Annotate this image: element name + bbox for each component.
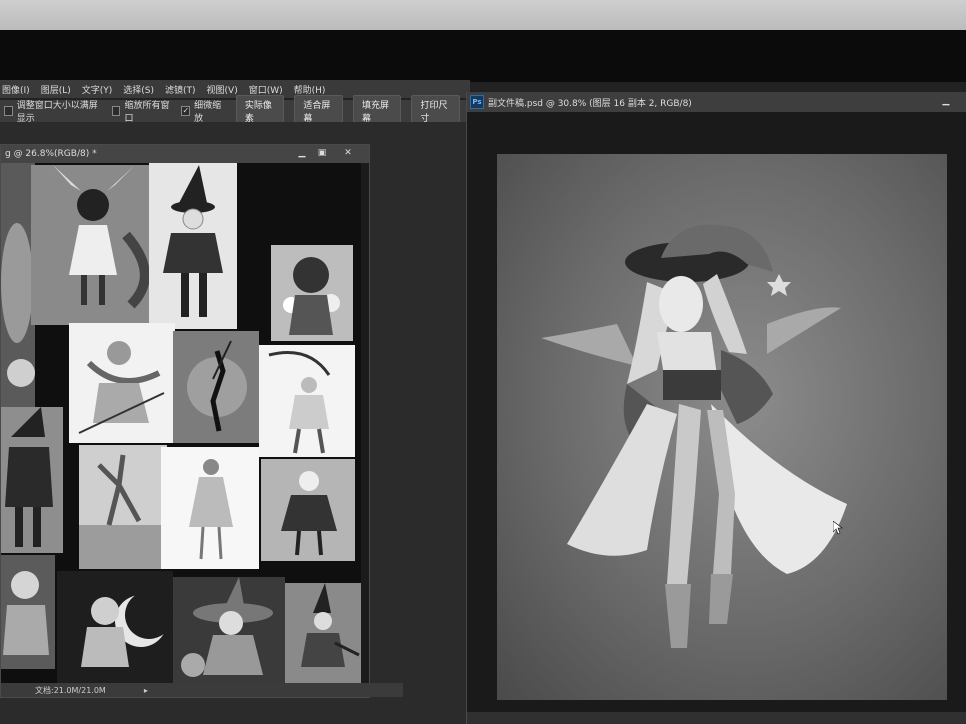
checkbox-checked[interactable]: ✓ [181, 106, 191, 116]
document-size-readout: 文档:21.0M/21.0M [35, 685, 106, 695]
witch-illustration [541, 224, 847, 648]
menu-view[interactable]: 视图(V) [207, 83, 238, 96]
resize-windows-label: 调整窗口大小以满屏显示 [16, 101, 98, 124]
reference-image [31, 165, 157, 325]
checkbox-box[interactable] [111, 106, 121, 116]
checkbox-box[interactable] [4, 106, 13, 116]
menu-select[interactable]: 选择(S) [123, 83, 154, 96]
reference-image [149, 163, 237, 329]
reference-canvas[interactable] [1, 163, 361, 683]
reference-window-titlebar[interactable]: g @ 26.8%(RGB/8) * ▁ ▣ ✕ [1, 145, 369, 163]
reference-image [259, 345, 355, 457]
reference-status-bar: 文档:21.0M/21.0M ▸ [1, 683, 403, 697]
menu-filter[interactable]: 滤镜(T) [165, 83, 196, 96]
monitor-bezel [0, 30, 966, 82]
reference-image [57, 571, 173, 683]
main-canvas[interactable] [497, 154, 947, 700]
menu-window[interactable]: 窗口(W) [249, 83, 283, 96]
reference-image [161, 447, 259, 569]
reference-image [1, 407, 63, 553]
main-status-bar [467, 712, 966, 724]
main-document-window[interactable]: Ps 副文件稿.psd @ 30.8% (图层 16 副本 2, RGB/8) … [466, 92, 966, 724]
reference-image [173, 331, 259, 443]
reference-image [1, 163, 35, 413]
reference-image [261, 459, 355, 561]
options-bar: 调整窗口大小以满屏显示 缩放所有窗口 ✓ 细微缩放 实际像素 适合屏幕 填充屏幕… [0, 95, 470, 127]
minimize-icon[interactable]: ▁ [941, 97, 951, 106]
app-icon-label: Ps [472, 98, 482, 106]
status-arrow-icon[interactable]: ▸ [144, 686, 148, 695]
reference-image [69, 323, 175, 443]
reference-window-title: g @ 26.8%(RGB/8) * [5, 149, 97, 159]
zoom-all-label: 缩放所有窗口 [124, 101, 170, 124]
menu-image[interactable]: 图像(I) [2, 83, 30, 96]
resize-windows-checkbox[interactable]: 调整窗口大小以满屏显示 [4, 98, 100, 124]
photoshop-icon: Ps [470, 95, 484, 109]
wall-background [0, 0, 966, 34]
scrubby-zoom-checkbox[interactable]: ✓ 细微缩放 [181, 98, 223, 124]
close-icon[interactable]: ✕ [343, 149, 353, 158]
menu-layer[interactable]: 图层(L) [41, 83, 71, 96]
main-window-titlebar[interactable]: Ps 副文件稿.psd @ 30.8% (图层 16 副本 2, RGB/8) … [467, 92, 966, 112]
minimize-icon[interactable]: ▁ [297, 149, 307, 158]
maximize-icon[interactable]: ▣ [317, 149, 327, 158]
zoom-all-checkbox[interactable]: 缩放所有窗口 [111, 98, 170, 124]
menu-type[interactable]: 文字(Y) [82, 83, 113, 96]
reference-image [173, 577, 285, 683]
main-window-title: 副文件稿.psd @ 30.8% (图层 16 副本 2, RGB/8) [488, 98, 692, 109]
scrubby-zoom-label: 细微缩放 [194, 101, 222, 124]
reference-image [1, 555, 55, 669]
reference-image [79, 445, 167, 569]
reference-image [285, 583, 361, 683]
reference-document-window[interactable]: g @ 26.8%(RGB/8) * ▁ ▣ ✕ 文档:21.0M/21.0M … [0, 144, 403, 698]
cursor-icon [832, 520, 843, 539]
menu-help[interactable]: 帮助(H) [294, 83, 326, 96]
reference-image [271, 245, 353, 341]
